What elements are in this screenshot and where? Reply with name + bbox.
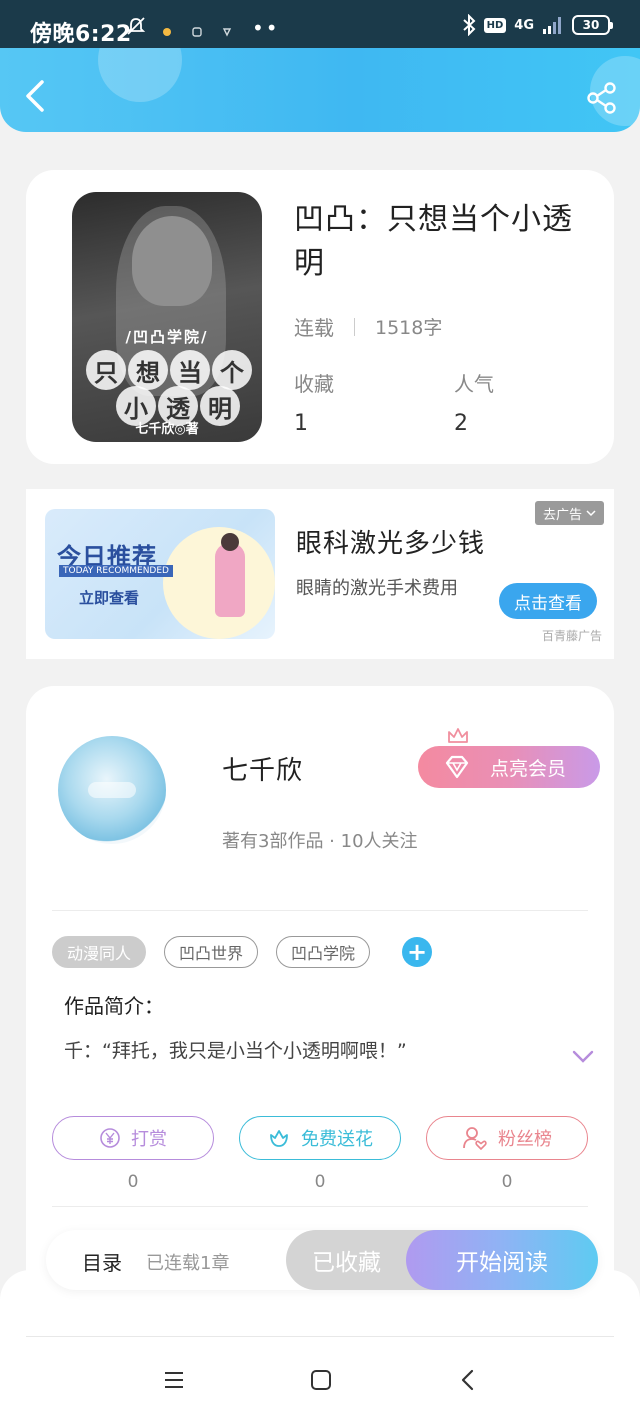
signal-icon	[543, 17, 561, 34]
tip-label: 打赏	[131, 1129, 167, 1150]
divider	[52, 910, 588, 911]
top-nav	[0, 48, 640, 132]
back-icon[interactable]	[20, 78, 52, 114]
vip-label: 点亮会员	[490, 757, 567, 780]
action-row: 打赏 0 免费送花 0 粉丝榜 0	[52, 1116, 588, 1206]
serial-status: 连载	[294, 316, 334, 340]
fans-count: 0	[501, 1172, 513, 1192]
stat-label: 人气	[454, 372, 494, 396]
hd-badge: HD	[483, 17, 507, 33]
tag-list: 动漫同人 凹凸世界 凹凸学院 +	[52, 936, 433, 968]
author-name[interactable]: 七千欣	[222, 750, 303, 787]
cover-illustration-face	[132, 216, 212, 306]
ad-card[interactable]: 今日推荐 TODAY RECOMMENDED 立即查看 眼科激光多少钱 眼睛的激…	[26, 489, 614, 659]
intro-label: 作品简介：	[64, 994, 164, 1018]
ad-banner-figure-head	[221, 533, 239, 551]
remove-ad-button[interactable]: 去广告	[534, 501, 604, 525]
home-icon[interactable]	[309, 1368, 333, 1392]
fan-ranking-label: 粉丝榜	[498, 1129, 552, 1150]
back-nav-icon[interactable]	[456, 1368, 480, 1392]
ad-source: 百青藤广告	[541, 629, 602, 643]
tag-item[interactable]: 凹凸学院	[276, 936, 371, 968]
flower-action: 免费送花 0	[239, 1116, 401, 1192]
ad-view-button[interactable]: 点击查看	[499, 583, 597, 619]
book-cover[interactable]: /凹凸学院/ 只 想 当 个 小 透 明 七千欣◎著	[72, 192, 262, 442]
cover-char: 想	[128, 350, 168, 390]
remove-ad-label: 去广告	[542, 507, 582, 523]
book-info-card: /凹凸学院/ 只 想 当 个 小 透 明 七千欣◎著 凹凸：只想当个小透明 连载…	[26, 170, 614, 464]
cover-subtitle: /凹凸学院/	[125, 328, 209, 346]
app-notification-icon	[222, 22, 232, 37]
send-flower-label: 免费送花	[301, 1129, 373, 1150]
fan-user-icon	[463, 1127, 487, 1150]
stat-value: 1	[294, 411, 308, 436]
divider	[354, 317, 355, 336]
tip-button[interactable]: 打赏	[52, 1116, 214, 1160]
ad-banner-figure	[215, 543, 245, 617]
cover-char: 当	[170, 350, 210, 390]
chevron-down-icon	[586, 510, 596, 517]
flower-count: 0	[314, 1172, 326, 1192]
word-count: 1518字	[375, 317, 443, 339]
send-flower-button[interactable]: 免费送花	[239, 1116, 401, 1160]
ad-banner-image[interactable]: 今日推荐 TODAY RECOMMENDED 立即查看	[45, 509, 275, 639]
divider	[26, 1336, 614, 1337]
menu-icon[interactable]	[162, 1368, 186, 1392]
chevron-down-icon[interactable]	[572, 1050, 594, 1064]
battery-indicator: 30	[572, 15, 613, 35]
book-title: 凹凸：只想当个小透明	[294, 202, 573, 281]
app-notification-icon	[192, 22, 202, 37]
divider	[52, 1206, 588, 1207]
system-navigation-bar	[0, 1360, 640, 1400]
book-status-row: 连载 1518字	[294, 312, 442, 341]
cover-title-row: 只 想 当 个	[86, 350, 252, 390]
status-time: 傍晚6:22	[30, 22, 132, 47]
yen-coin-icon	[100, 1128, 120, 1148]
stat-favorites: 收藏 1	[294, 368, 334, 436]
ad-title: 眼科激光多少钱	[296, 529, 486, 559]
tag-item[interactable]: 动漫同人	[52, 936, 147, 968]
cover-char: 个	[212, 350, 252, 390]
ad-banner-subtitle: TODAY RECOMMENDED	[59, 565, 173, 577]
toc-button[interactable]: 目录	[82, 1247, 122, 1276]
network-type: 4G	[514, 17, 534, 33]
vip-button[interactable]: 点亮会员	[418, 728, 600, 788]
status-right: HD 4G 30	[462, 14, 613, 36]
decorative-bubble	[98, 48, 182, 102]
intro-text: 千：“拜托，我只是小当个小透明啊喂！”	[64, 1040, 407, 1062]
crown-icon	[448, 728, 468, 743]
cover-char: 只	[86, 350, 126, 390]
fans-action: 粉丝榜 0	[426, 1116, 588, 1192]
author-avatar[interactable]	[58, 736, 166, 844]
more-notifications-icon: ••	[252, 16, 280, 40]
chapter-count[interactable]: 已连载1章	[146, 1249, 229, 1275]
bottom-action-bar: 目录 已连载1章 已收藏 开始阅读	[46, 1230, 598, 1290]
fan-ranking-button[interactable]: 粉丝榜	[426, 1116, 588, 1160]
tag-item[interactable]: 凹凸世界	[164, 936, 259, 968]
ad-banner-cta: 立即查看	[79, 589, 140, 607]
status-bar: 傍晚6:22 •• HD 4G 30	[0, 0, 640, 48]
tip-action: 打赏 0	[52, 1116, 214, 1192]
stat-value: 2	[454, 411, 468, 436]
tip-count: 0	[127, 1172, 139, 1192]
author-meta: 著有3部作品 · 10人关注	[222, 831, 418, 852]
share-icon[interactable]	[586, 82, 618, 114]
diamond-icon	[445, 755, 469, 779]
cover-author: 七千欣◎著	[135, 422, 199, 437]
add-tag-button[interactable]: +	[402, 937, 433, 967]
flower-icon	[270, 1130, 288, 1147]
ad-description: 眼睛的激光手术费用	[296, 578, 458, 599]
start-reading-button[interactable]: 开始阅读	[406, 1230, 598, 1290]
stat-popularity: 人气 2	[454, 368, 494, 436]
bluetooth-icon	[462, 14, 476, 36]
stat-label: 收藏	[294, 372, 334, 396]
app-notification-icon	[162, 22, 172, 36]
bell-muted-icon	[126, 17, 146, 35]
